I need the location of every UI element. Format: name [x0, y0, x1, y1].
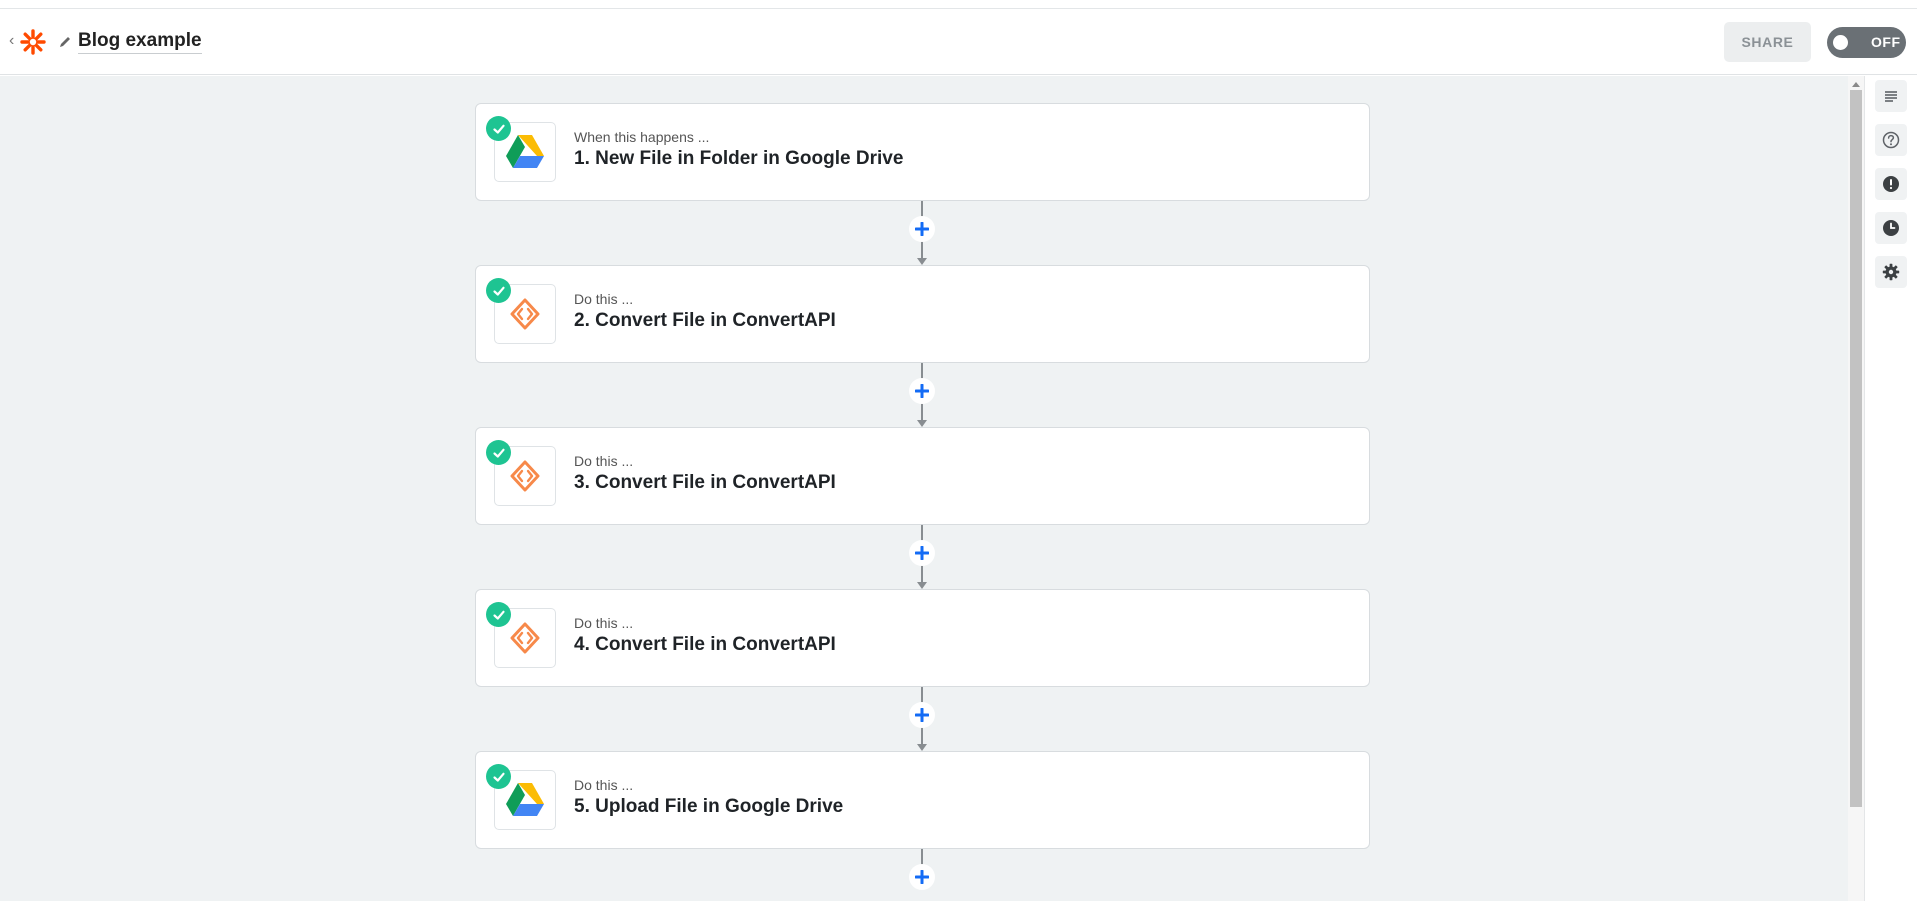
step-kicker: Do this ...: [574, 777, 634, 793]
step-title: 2. Convert File in ConvertAPI: [574, 310, 836, 331]
editor-header: ‹ Blog example SHARE OFF: [0, 9, 1917, 75]
step-title: 4. Convert File in ConvertAPI: [574, 634, 836, 655]
check-icon: [486, 764, 511, 789]
step-kicker: Do this ...: [574, 615, 634, 631]
arrow-down-icon: [917, 258, 927, 265]
workflow-step-5[interactable]: Do this ... 5. Upload File in Google Dri…: [475, 751, 1370, 849]
add-step-button[interactable]: [909, 702, 935, 728]
check-icon: [486, 602, 511, 627]
step-title: 5. Upload File in Google Drive: [574, 796, 844, 817]
on-off-toggle[interactable]: OFF: [1827, 27, 1906, 58]
plus-icon: [915, 222, 929, 236]
toggle-label: OFF: [1871, 34, 1901, 50]
history-icon[interactable]: [1875, 212, 1907, 244]
connector-line: [921, 565, 923, 583]
connector-line: [921, 241, 923, 259]
scrollbar-thumb[interactable]: [1850, 90, 1862, 807]
check-icon: [486, 278, 511, 303]
workflow-step-2[interactable]: Do this ... 2. Convert File in ConvertAP…: [475, 265, 1370, 363]
scroll-up-arrow-icon[interactable]: [1852, 82, 1860, 87]
step-title: 3. Convert File in ConvertAPI: [574, 472, 836, 493]
check-icon: [486, 440, 511, 465]
arrow-down-icon: [917, 744, 927, 751]
details-icon[interactable]: [1875, 80, 1907, 112]
step-kicker: When this happens ...: [574, 129, 710, 145]
add-step-button[interactable]: [909, 864, 935, 890]
add-step-button[interactable]: [909, 216, 935, 242]
toggle-knob: [1833, 35, 1848, 50]
workflow-canvas: When this happens ... 1. New File in Fol…: [0, 76, 1848, 901]
connector-line: [921, 727, 923, 745]
zapier-logo-icon[interactable]: [20, 29, 46, 55]
step-title: 1. New File in Folder in Google Drive: [574, 148, 904, 169]
settings-icon[interactable]: [1875, 256, 1907, 288]
add-step-button[interactable]: [909, 540, 935, 566]
top-strip: [0, 0, 1917, 9]
step-kicker: Do this ...: [574, 453, 634, 469]
plus-icon: [915, 870, 929, 884]
plus-icon: [915, 384, 929, 398]
workflow-step-1[interactable]: When this happens ... 1. New File in Fol…: [475, 103, 1370, 201]
share-button[interactable]: SHARE: [1724, 22, 1811, 62]
back-chevron-icon[interactable]: ‹: [9, 33, 14, 49]
help-icon[interactable]: [1875, 124, 1907, 156]
right-sidebar: [1864, 76, 1917, 901]
plus-icon: [915, 708, 929, 722]
plus-icon: [915, 546, 929, 560]
workflow-step-4[interactable]: Do this ... 4. Convert File in ConvertAP…: [475, 589, 1370, 687]
zap-title[interactable]: Blog example: [78, 30, 202, 54]
add-step-button[interactable]: [909, 378, 935, 404]
check-icon: [486, 116, 511, 141]
alert-icon[interactable]: [1875, 168, 1907, 200]
pencil-icon[interactable]: [58, 35, 72, 49]
arrow-down-icon: [917, 420, 927, 427]
arrow-down-icon: [917, 582, 927, 589]
connector-line: [921, 403, 923, 421]
vertical-scrollbar[interactable]: [1848, 76, 1864, 901]
workflow-step-3[interactable]: Do this ... 3. Convert File in ConvertAP…: [475, 427, 1370, 525]
step-kicker: Do this ...: [574, 291, 634, 307]
